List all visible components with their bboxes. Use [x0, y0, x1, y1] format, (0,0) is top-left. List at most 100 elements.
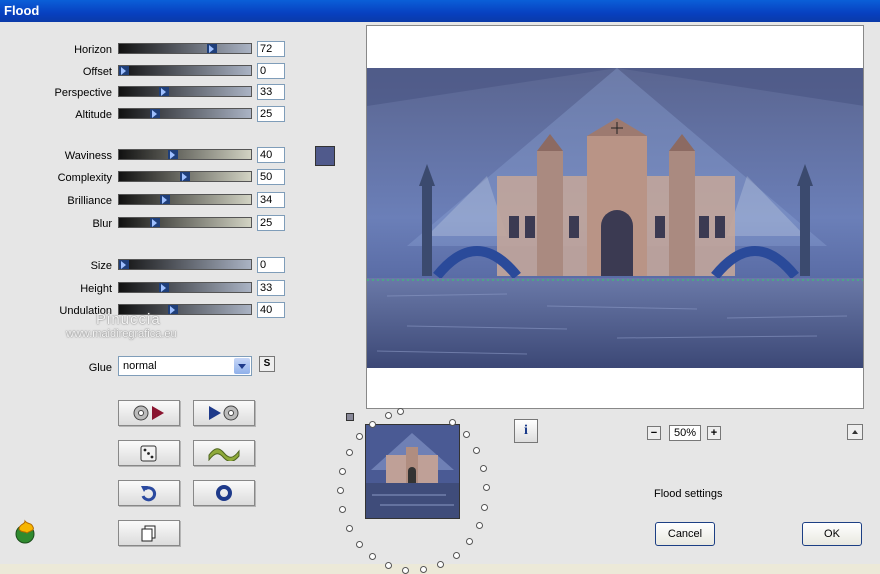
orbit-dot[interactable] — [473, 447, 480, 454]
orbit-dot[interactable] — [420, 566, 427, 573]
size-slider[interactable] — [118, 259, 252, 270]
altitude-value[interactable]: 25 — [257, 106, 285, 122]
blur-label: Blur — [92, 218, 112, 230]
chevron-down-icon[interactable] — [234, 358, 250, 374]
orbit-dot[interactable] — [346, 525, 353, 532]
undo-button[interactable] — [118, 480, 180, 506]
wave-button[interactable] — [193, 440, 255, 466]
save-preset-button[interactable] — [193, 400, 255, 426]
save-preset-icon — [209, 405, 239, 421]
slider-row-size: Size 0 — [0, 257, 290, 275]
color-swatch[interactable] — [315, 146, 335, 166]
glue-select[interactable]: normal — [118, 356, 252, 376]
orbit-handle[interactable] — [346, 413, 354, 421]
slider-row-offset: Offset 0 — [0, 63, 290, 81]
wave-icon — [208, 448, 240, 461]
altitude-slider[interactable] — [118, 108, 252, 119]
orbit-dot[interactable] — [385, 562, 392, 569]
random-button[interactable] — [118, 440, 180, 466]
watermark-url: www.maidiregrafica.eu — [66, 328, 177, 340]
size-label: Size — [90, 260, 112, 272]
slider-thumb[interactable] — [180, 172, 190, 181]
preview-pane[interactable] — [366, 25, 864, 409]
offset-value[interactable]: 0 — [257, 63, 285, 79]
slider-thumb[interactable] — [119, 260, 129, 269]
glue-value: normal — [123, 360, 157, 372]
collapse-up-button[interactable] — [847, 424, 863, 440]
complexity-value[interactable]: 50 — [257, 169, 285, 185]
undulation-value[interactable]: 40 — [257, 302, 285, 318]
glue-reset-button[interactable]: S — [259, 356, 275, 372]
offset-label: Offset — [82, 66, 112, 78]
perspective-slider[interactable] — [118, 86, 252, 97]
height-value[interactable]: 33 — [257, 280, 285, 296]
ok-button[interactable]: OK — [802, 522, 862, 546]
orbit-dot[interactable] — [453, 552, 460, 559]
zoom-level: 50% — [669, 425, 701, 441]
orbit-dot[interactable] — [466, 538, 473, 545]
random-dice-icon — [140, 445, 157, 462]
perspective-value[interactable]: 33 — [257, 84, 285, 100]
zoom-out-button[interactable]: − — [647, 426, 661, 440]
slider-thumb[interactable] — [159, 283, 169, 292]
glue-label: Glue — [88, 362, 112, 374]
slider-row-horizon: Horizon 72 — [0, 41, 290, 59]
watermark-name: Pinuccia — [96, 311, 161, 328]
complexity-slider[interactable] — [118, 171, 252, 182]
horizon-value[interactable]: 72 — [257, 41, 285, 57]
slider-thumb[interactable] — [168, 150, 178, 159]
orbit-dot[interactable] — [437, 561, 444, 568]
orbit-dot[interactable] — [480, 465, 487, 472]
slider-row-blur: Blur 25 — [0, 215, 290, 233]
cancel-button[interactable]: Cancel — [655, 522, 715, 546]
orbit-dot[interactable] — [339, 468, 346, 475]
orbit-dot[interactable] — [369, 421, 376, 428]
copy-button[interactable] — [118, 520, 180, 546]
height-label: Height — [80, 283, 112, 295]
altitude-label: Altitude — [75, 109, 112, 121]
offset-slider[interactable] — [118, 65, 252, 76]
slider-thumb[interactable] — [160, 195, 170, 204]
orbit-dot[interactable] — [402, 567, 409, 574]
slider-thumb[interactable] — [207, 44, 217, 53]
size-value[interactable]: 0 — [257, 257, 285, 273]
waviness-slider[interactable] — [118, 149, 252, 160]
slider-thumb[interactable] — [150, 218, 160, 227]
slider-thumb[interactable] — [168, 305, 178, 314]
flame-logo-icon — [15, 519, 35, 544]
blur-value[interactable]: 25 — [257, 215, 285, 231]
slider-thumb[interactable] — [150, 109, 160, 118]
thumbnail-image — [366, 425, 459, 518]
brilliance-slider[interactable] — [118, 194, 252, 205]
orbit-dot[interactable] — [337, 487, 344, 494]
orbit-dot[interactable] — [463, 431, 470, 438]
orbit-dot[interactable] — [369, 553, 376, 560]
reset-button[interactable] — [193, 480, 255, 506]
orbit-dot[interactable] — [483, 484, 490, 491]
orbit-dot[interactable] — [385, 412, 392, 419]
horizon-label: Horizon — [74, 44, 112, 56]
orbit-dot[interactable] — [339, 506, 346, 513]
zoom-in-button[interactable]: + — [707, 426, 721, 440]
info-button[interactable]: i — [514, 419, 538, 443]
orbit-dot[interactable] — [346, 449, 353, 456]
orbit-dot[interactable] — [449, 419, 456, 426]
window-title: Flood — [0, 0, 880, 22]
brilliance-value[interactable]: 34 — [257, 192, 285, 208]
blur-slider[interactable] — [118, 217, 252, 228]
slider-thumb[interactable] — [159, 87, 169, 96]
thumbnail-navigator[interactable] — [365, 424, 460, 519]
orbit-dot[interactable] — [476, 522, 483, 529]
waviness-value[interactable]: 40 — [257, 147, 285, 163]
load-preset-button[interactable] — [118, 400, 180, 426]
orbit-dot[interactable] — [397, 408, 404, 415]
slider-row-waviness: Waviness 40 — [0, 147, 290, 165]
reset-ring-icon — [216, 485, 232, 501]
slider-thumb[interactable] — [119, 66, 129, 75]
app-logo — [13, 519, 39, 545]
orbit-dot[interactable] — [356, 541, 363, 548]
orbit-dot[interactable] — [356, 433, 363, 440]
orbit-dot[interactable] — [481, 504, 488, 511]
horizon-slider[interactable] — [118, 43, 252, 54]
height-slider[interactable] — [118, 282, 252, 293]
